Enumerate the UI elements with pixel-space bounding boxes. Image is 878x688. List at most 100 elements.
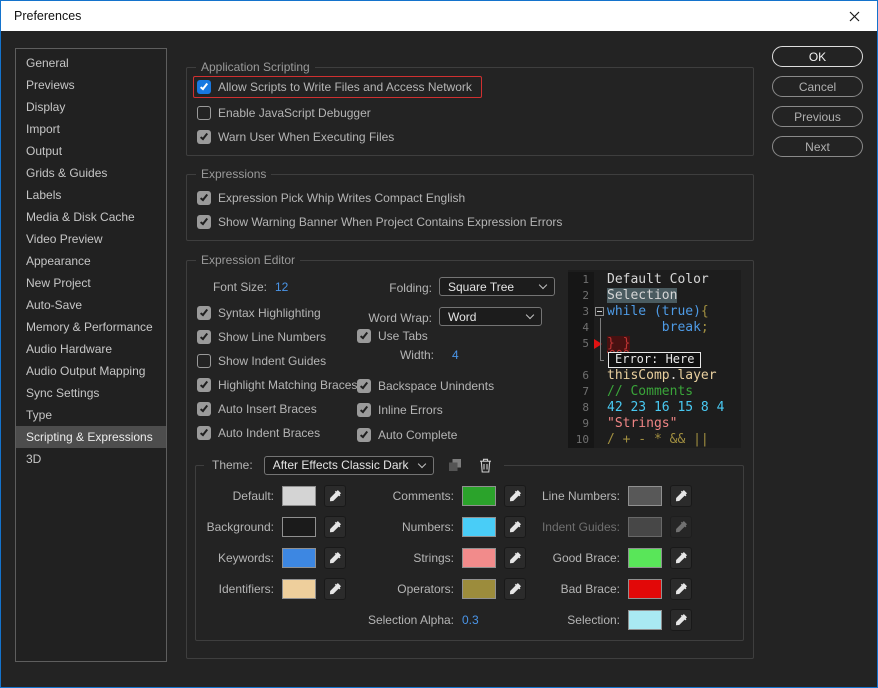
line-number bbox=[568, 352, 594, 368]
token: / + - * && || bbox=[607, 432, 709, 447]
numbers-swatch[interactable] bbox=[462, 516, 496, 537]
fold-collapse-icon[interactable] bbox=[595, 307, 604, 316]
numbers-eyedropper-icon[interactable] bbox=[504, 515, 526, 538]
default-label: Default: bbox=[232, 488, 274, 503]
selection-eyedropper-icon[interactable] bbox=[670, 608, 692, 631]
token: { bbox=[700, 304, 709, 319]
tab-width-value[interactable]: 4 bbox=[452, 348, 459, 362]
checkbox-show-line-numbers[interactable] bbox=[197, 330, 211, 344]
tab-width-label: Width: bbox=[399, 348, 434, 362]
sidebar-item-general[interactable]: General bbox=[16, 52, 166, 74]
previous-button[interactable]: Previous bbox=[772, 106, 863, 127]
selection-swatch[interactable] bbox=[628, 609, 662, 630]
line-numbers-eyedropper-icon[interactable] bbox=[670, 484, 692, 507]
delete-theme-icon[interactable] bbox=[476, 455, 496, 475]
line-number: 10 bbox=[568, 432, 594, 448]
sidebar-item-audio-output-mapping[interactable]: Audio Output Mapping bbox=[16, 360, 166, 382]
folding-dropdown[interactable]: Square Tree bbox=[439, 277, 555, 296]
sidebar-item-output[interactable]: Output bbox=[16, 140, 166, 162]
token: layer bbox=[677, 368, 717, 383]
checkbox-allow-scripts-to-write-files-and-access-network[interactable] bbox=[197, 80, 211, 94]
token: Default Color bbox=[607, 272, 709, 287]
checkbox-highlight-matching-braces[interactable] bbox=[197, 378, 211, 392]
sidebar-item-video-preview[interactable]: Video Preview bbox=[16, 228, 166, 250]
keywords-eyedropper-icon[interactable] bbox=[324, 546, 346, 569]
sidebar-item-grids-guides[interactable]: Grids & Guides bbox=[16, 162, 166, 184]
word-wrap-dropdown[interactable]: Word bbox=[439, 307, 542, 326]
good-brace-eyedropper-icon[interactable] bbox=[670, 546, 692, 569]
indent-guides-swatch bbox=[628, 516, 662, 537]
checkbox-backspace-unindents[interactable] bbox=[357, 379, 371, 393]
background-eyedropper-icon[interactable] bbox=[324, 515, 346, 538]
checkbox-auto-complete[interactable] bbox=[357, 428, 371, 442]
default-eyedropper-icon[interactable] bbox=[324, 484, 346, 507]
chevron-down-icon bbox=[417, 459, 426, 468]
expression-editor-group: Expression Editor Font Size: 12 Folding:… bbox=[186, 253, 754, 659]
sidebar-item-media-disk-cache[interactable]: Media & Disk Cache bbox=[16, 206, 166, 228]
duplicate-theme-icon[interactable] bbox=[445, 455, 465, 475]
checkbox-show-warning-banner-when-project-contains-expression-errors[interactable] bbox=[197, 215, 211, 229]
operators-eyedropper-icon[interactable] bbox=[504, 577, 526, 600]
checkbox-row-inline-errors: Inline Errors bbox=[357, 403, 443, 417]
check-icon bbox=[199, 379, 209, 389]
cancel-button[interactable]: Cancel bbox=[772, 76, 863, 97]
next-button[interactable]: Next bbox=[772, 136, 863, 157]
code-line: 4 break; bbox=[568, 320, 741, 336]
background-swatch[interactable] bbox=[282, 516, 316, 537]
strings-swatch[interactable] bbox=[462, 547, 496, 568]
checkbox-expression-pick-whip-writes-compact-english[interactable] bbox=[197, 191, 211, 205]
sidebar-item-previews[interactable]: Previews bbox=[16, 74, 166, 96]
code-text: / + - * && || bbox=[607, 432, 709, 448]
sidebar-item-appearance[interactable]: Appearance bbox=[16, 250, 166, 272]
checkbox-label: Auto Indent Braces bbox=[218, 426, 321, 440]
checkbox-inline-errors[interactable] bbox=[357, 403, 371, 417]
sidebar-item-type[interactable]: Type bbox=[16, 404, 166, 426]
operators-swatch[interactable] bbox=[462, 578, 496, 599]
sidebar-item-scripting-expressions[interactable]: Scripting & Expressions bbox=[16, 426, 166, 448]
keywords-swatch[interactable] bbox=[282, 547, 316, 568]
checkbox-auto-indent-braces[interactable] bbox=[197, 426, 211, 440]
token: 42 23 16 15 8 4 bbox=[607, 400, 725, 415]
selection-alpha-value[interactable]: 0.3 bbox=[462, 613, 479, 627]
close-icon[interactable] bbox=[832, 1, 877, 31]
sidebar-item-new-project[interactable]: New Project bbox=[16, 272, 166, 294]
sidebar-item-memory-performance[interactable]: Memory & Performance bbox=[16, 316, 166, 338]
theme-dropdown[interactable]: After Effects Classic Dark bbox=[263, 455, 434, 475]
line-numbers-swatch[interactable] bbox=[628, 485, 662, 506]
expressions-group: Expressions Expression Pick Whip Writes … bbox=[186, 167, 754, 241]
good-brace-swatch[interactable] bbox=[628, 547, 662, 568]
bad-brace-swatch[interactable] bbox=[628, 578, 662, 599]
sidebar-item-labels[interactable]: Labels bbox=[16, 184, 166, 206]
checkbox-show-indent-guides[interactable] bbox=[197, 354, 211, 368]
default-swatch[interactable] bbox=[282, 485, 316, 506]
code-line: 7 // Comments bbox=[568, 384, 741, 400]
checkbox-row-show-line-numbers: Show Line Numbers bbox=[197, 330, 326, 344]
sidebar-item-sync-settings[interactable]: Sync Settings bbox=[16, 382, 166, 404]
checkbox-auto-insert-braces[interactable] bbox=[197, 402, 211, 416]
checkbox-enable-javascript-debugger[interactable] bbox=[197, 106, 211, 120]
check-icon bbox=[199, 307, 209, 317]
strings-eyedropper-icon[interactable] bbox=[504, 546, 526, 569]
window-title: Preferences bbox=[14, 9, 82, 23]
checkbox-row-backspace-unindents: Backspace Unindents bbox=[357, 379, 494, 393]
checkbox-row-warn-user-when-executing-files: Warn User When Executing Files bbox=[197, 130, 394, 144]
sidebar-item-3d[interactable]: 3D bbox=[16, 448, 166, 470]
code-line: 6 thisComp.layer bbox=[568, 368, 741, 384]
checkbox-warn-user-when-executing-files[interactable] bbox=[197, 130, 211, 144]
sidebar-item-display[interactable]: Display bbox=[16, 96, 166, 118]
sidebar-item-auto-save[interactable]: Auto-Save bbox=[16, 294, 166, 316]
check-icon bbox=[199, 216, 209, 226]
font-size-value[interactable]: 12 bbox=[275, 280, 288, 294]
checkbox-use-tabs[interactable] bbox=[357, 329, 371, 343]
comments-swatch[interactable] bbox=[462, 485, 496, 506]
checkbox-syntax-highlighting[interactable] bbox=[197, 306, 211, 320]
fold-guide-tick bbox=[600, 360, 604, 361]
identifiers-swatch[interactable] bbox=[282, 578, 316, 599]
comments-eyedropper-icon[interactable] bbox=[504, 484, 526, 507]
bad-brace-eyedropper-icon[interactable] bbox=[670, 577, 692, 600]
identifiers-eyedropper-icon[interactable] bbox=[324, 577, 346, 600]
ok-button[interactable]: OK bbox=[772, 46, 863, 67]
line-number: 9 bbox=[568, 416, 594, 432]
sidebar-item-import[interactable]: Import bbox=[16, 118, 166, 140]
sidebar-item-audio-hardware[interactable]: Audio Hardware bbox=[16, 338, 166, 360]
